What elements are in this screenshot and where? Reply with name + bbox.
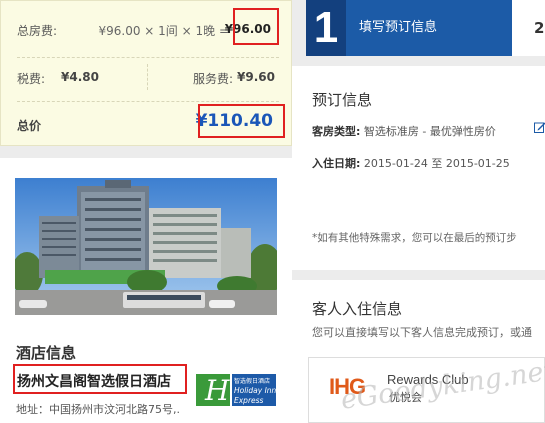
guest-hint: 您可以直接填写以下客人信息完成预订，或通 — [312, 326, 532, 339]
room-type-line: 客房类型: 智选标准房 - 最优弹性房价 — [312, 123, 496, 139]
booking-title: 预订信息 — [312, 91, 373, 109]
tax-label: 税费: — [17, 72, 46, 86]
logo-line-2: Holiday Inn — [234, 386, 276, 395]
svg-text:H: H — [204, 374, 230, 407]
rewards-club-name: Rewards Club — [387, 372, 469, 387]
vertical-divider — [147, 64, 148, 90]
price-summary-panel: 总房费: ¥96.00 × 1间 × 1晚 = ¥96.00 税费: ¥4.80… — [0, 0, 292, 146]
holiday-inn-express-logo: H 智选假日酒店 Holiday Inn Express — [196, 372, 276, 408]
ihg-logo: IHG — [329, 374, 366, 399]
hotel-name-highlight-box — [13, 364, 187, 394]
hotel-info-title: 酒店信息 — [16, 344, 77, 362]
guest-info-card: 客人入住信息 您可以直接填写以下客人信息完成预订，或通 IHG Rewards … — [292, 280, 545, 423]
step-next-number: 2 — [512, 0, 545, 56]
special-request-note: *如有其他特殊需求，您可以在最后的预订步 — [312, 232, 517, 244]
tax-amount: ¥4.80 — [61, 70, 99, 84]
edit-icon[interactable] — [534, 121, 545, 133]
room-fee-label: 总房费: — [17, 24, 58, 38]
total-highlight-box — [198, 104, 285, 138]
hotel-card: 酒店信息 扬州文昌阁智选假日酒店 H 智选假日酒店 Holiday Inn Ex… — [0, 158, 292, 423]
hotel-photo — [15, 178, 277, 315]
step-indicator: 1 填写预订信息 2 — [306, 0, 545, 56]
room-type-value: 智选标准房 - 最优弹性房价 — [363, 125, 496, 138]
divider — [17, 57, 279, 58]
room-type-label: 客房类型: — [312, 125, 361, 138]
logo-line-3: Express — [234, 396, 264, 405]
date-value: 2015-01-24 至 2015-01-25 — [363, 157, 510, 170]
booking-info-card: 预订信息 客房类型: 智选标准房 - 最优弹性房价 入住日期: 2015-01-… — [292, 66, 545, 270]
room-fee-highlight-box — [233, 8, 279, 45]
service-label: 服务费: — [193, 72, 234, 86]
hotel-address: 地址：中国扬州市汶河北路75号,. — [16, 403, 180, 416]
divider — [17, 101, 279, 102]
room-fee-formula: ¥96.00 × 1间 × 1晚 = — [98, 24, 230, 38]
rewards-club-sub: 优悦会 — [389, 391, 422, 404]
guest-title: 客人入住信息 — [312, 300, 403, 318]
step-current-number: 1 — [306, 0, 346, 56]
date-line: 入住日期: 2015-01-24 至 2015-01-25 — [312, 155, 510, 171]
service-amount: ¥9.60 — [237, 70, 275, 84]
total-label: 总价 — [17, 119, 42, 133]
rewards-club-box[interactable]: IHG Rewards Club 优悦会 — [308, 357, 545, 423]
date-label: 入住日期: — [312, 157, 361, 170]
logo-line-1: 智选假日酒店 — [234, 377, 270, 385]
step-current-label: 填写预订信息 — [346, 0, 512, 56]
